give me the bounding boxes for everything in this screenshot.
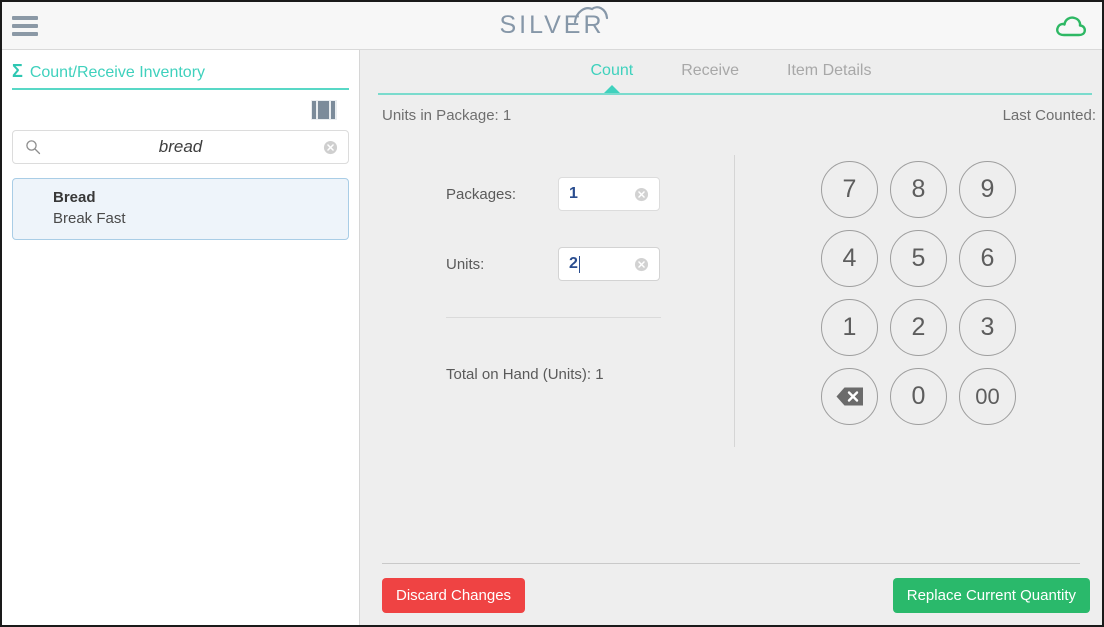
barcode-bar (312, 101, 316, 119)
key-7[interactable]: 7 (821, 161, 878, 218)
units-value: 2 (569, 255, 578, 272)
clear-circle-icon[interactable] (634, 257, 649, 272)
key-1[interactable]: 1 (821, 299, 878, 356)
brand-logo-wrap: SILVER (2, 2, 1102, 49)
cloud-arc-icon (573, 6, 608, 23)
discard-changes-button[interactable]: Discard Changes (382, 578, 526, 613)
key-4[interactable]: 4 (821, 230, 878, 287)
key-8[interactable]: 8 (890, 161, 947, 218)
units-label: Units: (446, 255, 485, 273)
text-caret (578, 255, 580, 273)
tab-count-label: Count (590, 62, 634, 79)
cloud-icon[interactable] (1054, 13, 1088, 39)
key-00[interactable]: 00 (959, 368, 1016, 425)
list-item-title: Bread (53, 189, 96, 206)
meta-row: Units in Package: 1 Last Counted: (360, 95, 1102, 135)
key-3[interactable]: 3 (959, 299, 1016, 356)
units-field[interactable]: 2 (558, 247, 660, 281)
footer-divider (382, 563, 1080, 564)
search-results-list: Bread Break Fast (12, 178, 349, 240)
search-icon (26, 140, 41, 155)
tab-receive-label: Receive (681, 62, 740, 79)
search-box[interactable] (12, 130, 349, 164)
barcode-icon[interactable] (311, 100, 337, 120)
footer: Discard Changes Replace Current Quantity (360, 563, 1102, 625)
clear-circle-icon[interactable] (634, 187, 649, 202)
sidebar-header: Σ Count/Receive Inventory (2, 50, 359, 90)
app-window: SILVER Σ Count/Receive Inventory bread B… (0, 0, 1104, 627)
key-5[interactable]: 5 (890, 230, 947, 287)
key-2[interactable]: 2 (890, 299, 947, 356)
hamburger-menu-icon[interactable] (12, 15, 38, 37)
total-on-hand-label: Total on Hand (Units): 1 (446, 366, 604, 383)
body-split: Σ Count/Receive Inventory bread Bread Br… (2, 50, 1102, 625)
hamburger-bar (12, 31, 38, 36)
numeric-keypad: 7 8 9 4 5 6 1 2 3 0 00 (815, 155, 1022, 563)
key-6[interactable]: 6 (959, 230, 1016, 287)
key-9[interactable]: 9 (959, 161, 1016, 218)
brand-logo: SILVER (499, 6, 608, 40)
tab-item-details-label: Item Details (787, 62, 872, 79)
sidebar-title-row[interactable]: Σ Count/Receive Inventory (12, 62, 349, 88)
hamburger-bar (12, 15, 38, 20)
backspace-icon (836, 387, 863, 406)
cloud-glyph (1056, 15, 1086, 36)
tab-count[interactable]: Count (587, 62, 638, 94)
search-input[interactable] (13, 137, 348, 157)
last-counted-label: Last Counted: (1002, 106, 1096, 124)
units-in-package-label: Units in Package: 1 (382, 106, 512, 124)
key-backspace[interactable] (821, 368, 878, 425)
tab-receive[interactable]: Receive (677, 62, 743, 80)
sigma-icon: Σ (12, 61, 23, 81)
key-0[interactable]: 0 (890, 368, 947, 425)
keypad-column: 7 8 9 4 5 6 1 2 3 0 00 (735, 155, 1102, 563)
tab-item-details[interactable]: Item Details (783, 62, 875, 80)
packages-field[interactable]: 1 (558, 177, 660, 211)
main-panel: Count Receive Item Details Units in Pack… (360, 50, 1102, 625)
clear-circle-icon[interactable] (323, 140, 338, 155)
packages-row: Packages: 1 (446, 177, 734, 211)
work-area: Packages: 1 Units: 2 Total on Hand (Unit… (360, 135, 1102, 563)
count-form: Packages: 1 Units: 2 Total on Hand (Unit… (360, 155, 734, 563)
units-row: Units: 2 (446, 247, 734, 281)
form-divider (446, 317, 661, 318)
sidebar: Σ Count/Receive Inventory bread Bread Br… (2, 50, 360, 625)
hamburger-bar (12, 23, 38, 28)
barcode-bar (318, 101, 329, 119)
list-item-subtitle: Break Fast (53, 210, 126, 227)
footer-buttons: Discard Changes Replace Current Quantity (382, 578, 1090, 625)
top-bar: SILVER (2, 2, 1102, 50)
tab-underline (378, 93, 1092, 95)
sidebar-tool-row (2, 90, 359, 130)
barcode-bar (331, 101, 335, 119)
list-item[interactable]: Bread Break Fast (12, 178, 349, 240)
sidebar-title: Count/Receive Inventory (29, 64, 206, 81)
tab-bar: Count Receive Item Details (360, 50, 1102, 95)
packages-value: 1 (569, 185, 578, 202)
packages-label: Packages: (446, 185, 517, 203)
replace-current-quantity-button[interactable]: Replace Current Quantity (892, 578, 1090, 613)
